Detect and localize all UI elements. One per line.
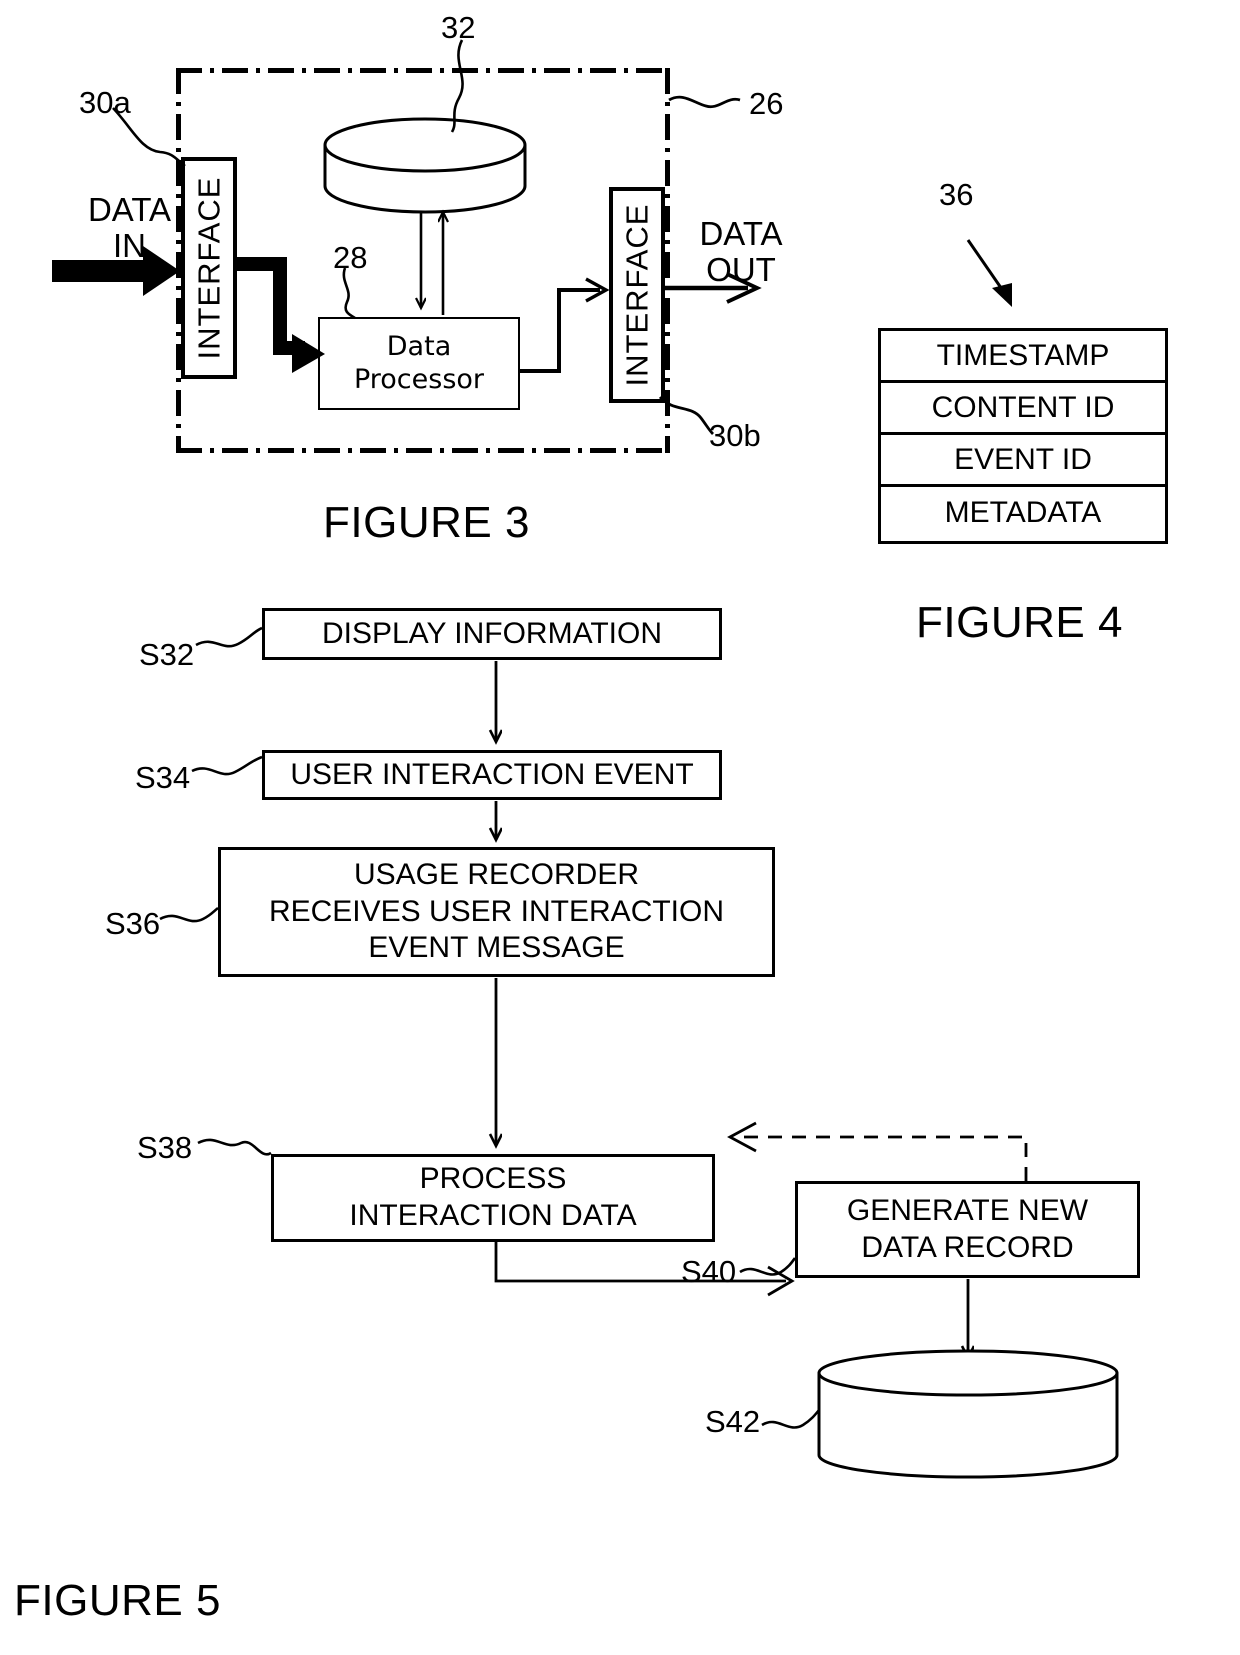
flow-step-label: EVENT MESSAGE bbox=[368, 931, 625, 965]
leader-line-s40 bbox=[739, 1257, 797, 1276]
flow-step-label: PROCESS bbox=[419, 1162, 567, 1196]
data-out-label: DATA OUT bbox=[676, 216, 806, 287]
flow-arrow-s38-s40 bbox=[494, 1242, 795, 1297]
flow-step-usage-recorder: USAGE RECORDER RECEIVES USER INTERACTION… bbox=[218, 847, 775, 977]
flow-step-label: USER INTERACTION EVENT bbox=[290, 757, 694, 791]
step-number-s38: S38 bbox=[137, 1130, 193, 1165]
step-number-s34: S34 bbox=[135, 760, 191, 795]
record-field-timestamp: TIMESTAMP bbox=[936, 338, 1110, 372]
leader-line-26 bbox=[668, 95, 741, 109]
table-row: METADATA bbox=[881, 487, 1165, 539]
flow-step-store-item-label: STORE ITEM bbox=[832, 1393, 1102, 1466]
table-row: CONTENT ID bbox=[881, 383, 1165, 435]
record-field-event-id: EVENT ID bbox=[954, 442, 1092, 476]
record-field-content-id: CONTENT ID bbox=[931, 390, 1115, 424]
flow-step-label: STORE bbox=[915, 1394, 1019, 1427]
table-row: TIMESTAMP bbox=[881, 331, 1165, 383]
flow-step-label: USAGE RECORDER bbox=[353, 858, 640, 892]
step-number-s40: S40 bbox=[681, 1254, 737, 1289]
flow-step-label: INTERACTION DATA bbox=[349, 1199, 637, 1232]
leader-line-s32 bbox=[195, 626, 263, 648]
flow-step-label: RECEIVES USER INTERACTION bbox=[268, 894, 725, 928]
record-field-metadata: METADATA bbox=[944, 496, 1102, 529]
ref-number-28: 28 bbox=[333, 240, 368, 275]
step-number-s32: S32 bbox=[139, 637, 195, 672]
data-processor-label-line1: Data bbox=[386, 331, 452, 363]
feedback-arrow-s40-s38 bbox=[727, 1121, 1028, 1181]
flow-step-display-information: DISPLAY INFORMATION bbox=[262, 608, 722, 660]
figure-4-caption: FIGURE 4 bbox=[916, 598, 1123, 647]
interface-out-label: INTERFACE bbox=[619, 203, 654, 387]
ref-number-36: 36 bbox=[939, 177, 974, 212]
flow-step-label: GENERATE NEW bbox=[846, 1193, 1089, 1227]
data-out-label-line1: DATA bbox=[699, 215, 783, 252]
data-store-label: Data Store bbox=[352, 155, 498, 186]
flow-step-s38: PROCESS INTERACTION DATA bbox=[271, 1154, 715, 1242]
flow-step-label: ITEM bbox=[931, 1430, 1003, 1464]
data-record-table: TIMESTAMP CONTENT ID EVENT ID METADATA bbox=[878, 328, 1168, 544]
interface-in-label: INTERFACE bbox=[191, 176, 226, 360]
flow-step-label: DISPLAY INFORMATION bbox=[321, 616, 663, 650]
data-processor-box: Data Processor bbox=[318, 317, 520, 410]
data-out-label-line2: OUT bbox=[706, 250, 776, 288]
table-row: EVENT ID bbox=[881, 435, 1165, 487]
figure-5-caption: FIGURE 5 bbox=[14, 1576, 221, 1625]
ref-number-30b: 30b bbox=[709, 418, 761, 453]
step-number-s42: S42 bbox=[705, 1404, 761, 1439]
step-number-s36: S36 bbox=[105, 906, 161, 941]
figure-3-caption: FIGURE 3 bbox=[323, 498, 530, 547]
ref-number-30a: 30a bbox=[79, 85, 131, 120]
data-in-label-line2: IN bbox=[113, 226, 146, 264]
leader-line-s38 bbox=[197, 1138, 272, 1156]
interface-in-box: INTERFACE bbox=[181, 157, 237, 379]
interface-out-box: INTERFACE bbox=[609, 187, 665, 403]
data-store-label-wrap: Data Store bbox=[330, 155, 520, 187]
leader-line-s36 bbox=[159, 906, 219, 923]
leader-arrow-36 bbox=[966, 239, 1012, 307]
patent-drawing-sheet: INTERFACE INTERFACE Data Processor Data … bbox=[0, 0, 1240, 1655]
leader-line-s42 bbox=[761, 1409, 821, 1429]
flow-step-user-interaction-event: USER INTERACTION EVENT bbox=[262, 750, 722, 800]
leader-line-s34 bbox=[191, 755, 263, 776]
ref-number-26: 26 bbox=[749, 86, 784, 121]
data-processor-label-line2: Processor bbox=[353, 363, 485, 395]
data-in-label: DATA IN bbox=[72, 192, 187, 263]
ref-number-32: 32 bbox=[441, 10, 476, 45]
data-in-label-line1: DATA bbox=[87, 191, 172, 228]
flow-step-generate-new-data-record: GENERATE NEW DATA RECORD bbox=[795, 1181, 1140, 1278]
flow-step-label: DATA RECORD bbox=[861, 1230, 1074, 1264]
